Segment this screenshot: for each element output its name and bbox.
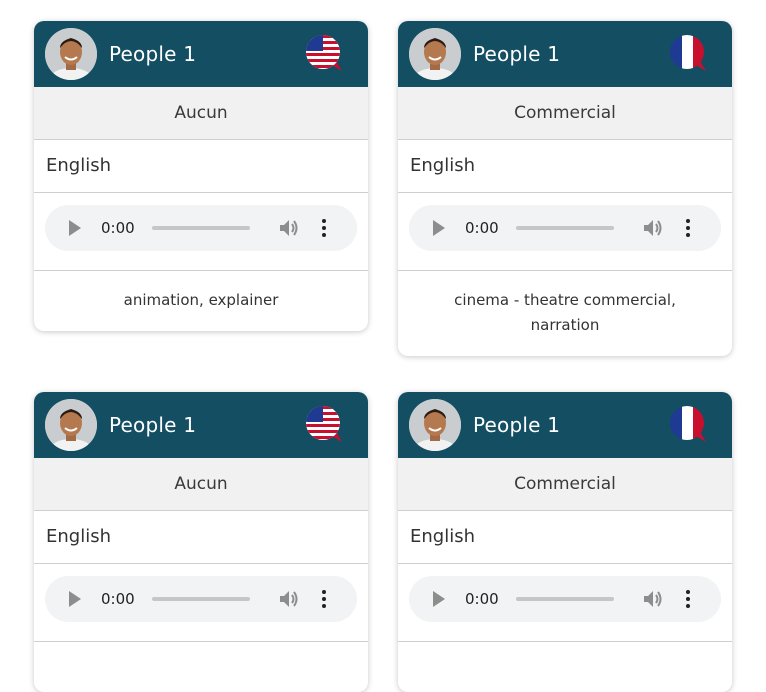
us-flag-speech-bubble-icon (304, 35, 344, 73)
more-options-icon[interactable] (318, 217, 330, 239)
seek-bar[interactable] (152, 597, 250, 601)
play-icon[interactable] (433, 591, 445, 607)
tags-text (34, 642, 368, 677)
audio-time: 0:00 (465, 219, 499, 237)
avatar[interactable] (45, 399, 97, 451)
avatar[interactable] (409, 28, 461, 80)
audio-row: 0:00 (34, 193, 368, 271)
tags-text: cinema - theatre commercial, narration (454, 291, 676, 334)
audio-time: 0:00 (101, 219, 135, 237)
avatar[interactable] (45, 28, 97, 80)
play-icon[interactable] (69, 220, 81, 236)
seek-bar[interactable] (516, 226, 614, 230)
france-flag-speech-bubble-icon (668, 406, 708, 444)
category-label: Aucun (34, 87, 368, 140)
tags-text: animation, explainer (123, 291, 279, 309)
language-label: English (398, 511, 732, 564)
volume-icon[interactable] (642, 589, 664, 609)
seek-bar[interactable] (152, 226, 250, 230)
card-header: People 1 (398, 21, 732, 87)
more-options-icon[interactable] (682, 588, 694, 610)
us-flag-speech-bubble-icon (304, 406, 344, 444)
audio-time: 0:00 (101, 590, 135, 608)
card-header: People 1 (398, 392, 732, 458)
voice-name: People 1 (109, 42, 197, 66)
audio-player[interactable]: 0:00 (409, 205, 721, 251)
more-options-icon[interactable] (682, 217, 694, 239)
category-label: Aucun (34, 458, 368, 511)
language-label: English (34, 511, 368, 564)
seek-bar[interactable] (516, 597, 614, 601)
avatar[interactable] (409, 399, 461, 451)
audio-row: 0:00 (34, 564, 368, 642)
volume-icon[interactable] (278, 589, 300, 609)
audio-row: 0:00 (398, 193, 732, 271)
audio-player[interactable]: 0:00 (45, 205, 357, 251)
category-label: Commercial (398, 458, 732, 511)
voice-card: People 1 Commercial English 0:00 (398, 21, 732, 356)
voice-card: People 1 Aucun English 0 (34, 392, 368, 692)
voice-name: People 1 (109, 413, 197, 437)
audio-player[interactable]: 0:00 (45, 576, 357, 622)
card-header: People 1 (34, 21, 368, 87)
play-icon[interactable] (69, 591, 81, 607)
voice-card: People 1 Commercial English 0:00 (398, 392, 732, 692)
france-flag-speech-bubble-icon (668, 35, 708, 73)
language-label: English (34, 140, 368, 193)
voice-name: People 1 (473, 413, 561, 437)
play-icon[interactable] (433, 220, 445, 236)
category-label: Commercial (398, 87, 732, 140)
audio-row: 0:00 (398, 564, 732, 642)
volume-icon[interactable] (278, 218, 300, 238)
card-header: People 1 (34, 392, 368, 458)
audio-time: 0:00 (465, 590, 499, 608)
audio-player[interactable]: 0:00 (409, 576, 721, 622)
voice-card: People 1 Aucun English 0 (34, 21, 368, 331)
more-options-icon[interactable] (318, 588, 330, 610)
language-label: English (398, 140, 732, 193)
tags-text (398, 642, 732, 677)
voice-name: People 1 (473, 42, 561, 66)
volume-icon[interactable] (642, 218, 664, 238)
